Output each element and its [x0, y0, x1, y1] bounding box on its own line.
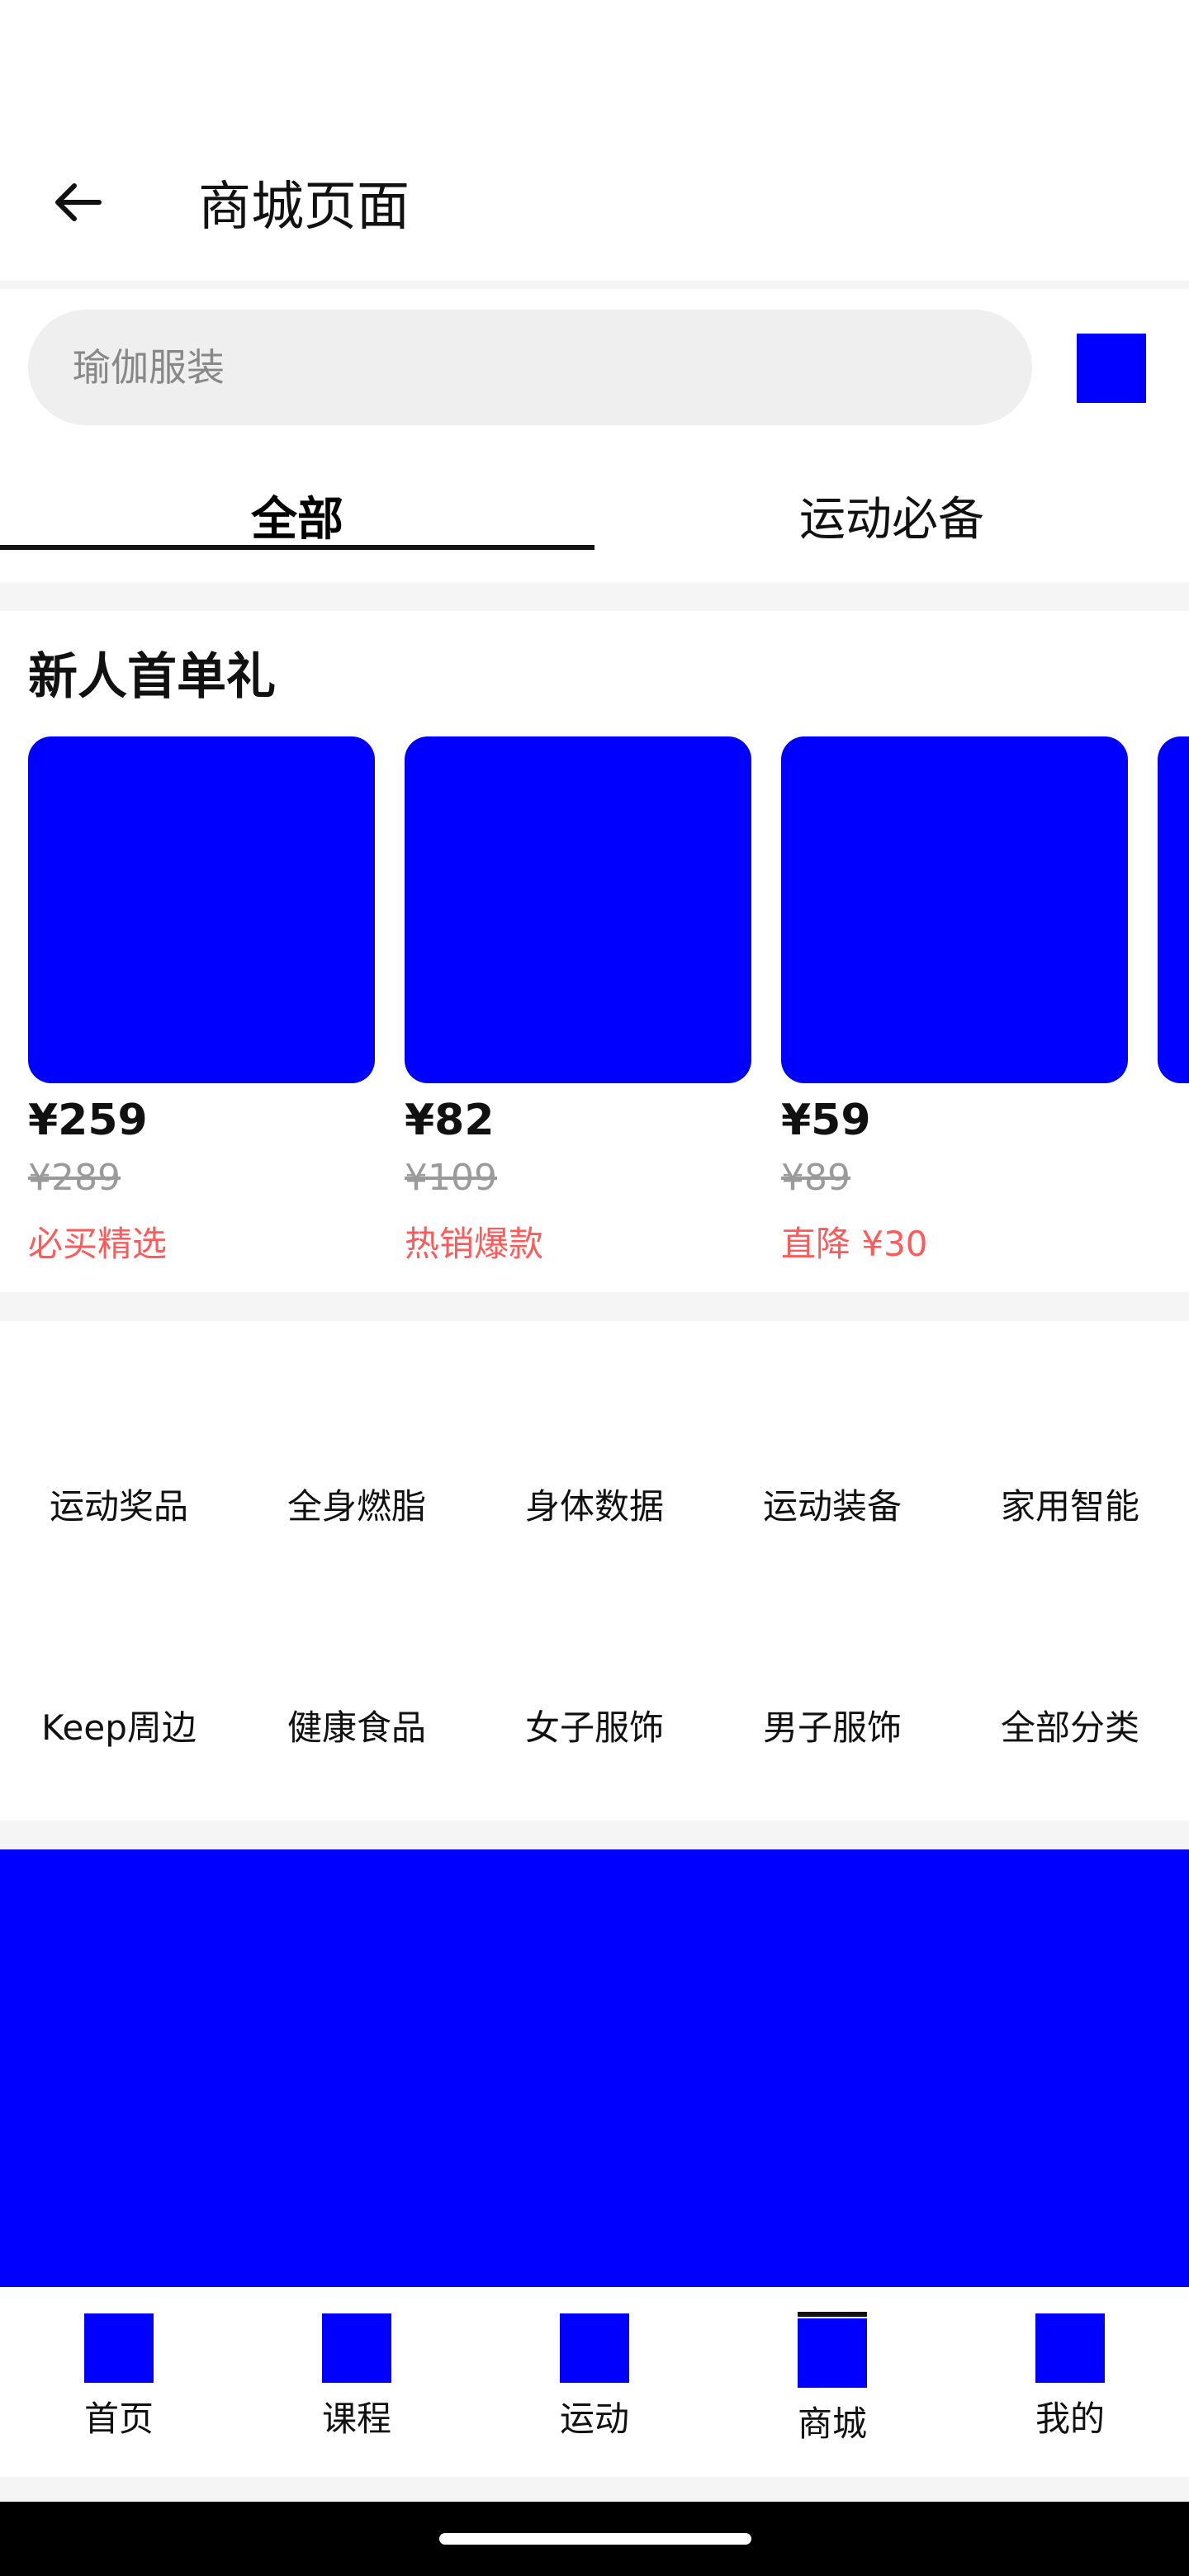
nav-label: 商城 [797, 2403, 867, 2444]
product-tag: 直降 ¥30 [781, 1224, 928, 1264]
tab-active-indicator [0, 545, 594, 550]
product-carousel[interactable]: ¥259 ¥289 必买精选 ¥82 ¥109 热销爆款 ¥59 ¥89 直降 … [0, 736, 1189, 1290]
search-placeholder: 瑜伽服装 [73, 345, 225, 390]
product-card[interactable]: ¥59 ¥89 直降 ¥30 [781, 736, 1128, 1281]
app-header [0, 157, 1189, 281]
profile-icon [1035, 2313, 1105, 2383]
product-image[interactable] [405, 736, 751, 1083]
product-card-partial[interactable] [1158, 736, 1189, 1281]
category-body-data[interactable]: 身体数据 [476, 1478, 713, 1536]
product-original-price: ¥289 [28, 1157, 121, 1199]
page-title: 商城页面 [198, 177, 410, 238]
product-tag: 热销爆款 [405, 1224, 544, 1264]
nav-active-indicator [798, 2312, 867, 2317]
nav-item-mall[interactable]: 商城 [713, 2287, 951, 2477]
tab-sports-essentials[interactable]: 运动必备 [594, 483, 1189, 557]
product-card[interactable]: ¥82 ¥109 热销爆款 [405, 736, 751, 1281]
category-keep-merch[interactable]: Keep周边 [0, 1699, 238, 1757]
nav-item-courses[interactable]: 课程 [238, 2287, 476, 2477]
arrow-left-icon [55, 183, 102, 221]
product-tag: 必买精选 [28, 1224, 168, 1264]
category-sports-gear[interactable]: 运动装备 [713, 1478, 951, 1536]
category-all[interactable]: 全部分类 [951, 1699, 1189, 1757]
product-card[interactable]: ¥259 ¥289 必买精选 [28, 736, 375, 1281]
courses-icon [322, 2313, 391, 2383]
section-title: 新人首单礼 [28, 648, 276, 706]
nav-label: 课程 [321, 2398, 391, 2439]
category-smart-home[interactable]: 家用智能 [951, 1478, 1189, 1536]
nav-label: 运动 [559, 2398, 629, 2439]
category-mens-apparel[interactable]: 男子服饰 [713, 1699, 951, 1757]
nav-label: 首页 [83, 2398, 154, 2439]
back-button[interactable] [36, 165, 119, 239]
nav-label: 我的 [1035, 2398, 1105, 2439]
product-image[interactable] [1158, 736, 1189, 1083]
mall-icon [798, 2318, 867, 2388]
category-sports-prizes[interactable]: 运动奖品 [0, 1478, 238, 1536]
category-womens-apparel[interactable]: 女子服饰 [476, 1699, 713, 1757]
sports-icon [560, 2313, 629, 2383]
product-price: ¥82 [405, 1096, 495, 1145]
product-price: ¥59 [781, 1096, 871, 1145]
status-bar [0, 0, 1189, 157]
product-original-price: ¥89 [781, 1157, 850, 1199]
nav-item-profile[interactable]: 我的 [951, 2287, 1189, 2477]
nav-item-home[interactable]: 首页 [0, 2287, 238, 2477]
promo-banner[interactable] [0, 1849, 1189, 2287]
home-icon [84, 2313, 154, 2383]
product-image[interactable] [28, 736, 375, 1083]
product-price: ¥259 [28, 1096, 148, 1145]
nav-item-sports[interactable]: 运动 [476, 2287, 713, 2477]
search-action-icon[interactable] [1077, 334, 1146, 403]
category-healthy-food[interactable]: 健康食品 [238, 1699, 476, 1757]
product-image[interactable] [781, 736, 1128, 1083]
category-fat-burning[interactable]: 全身燃脂 [238, 1478, 476, 1536]
gesture-handle[interactable] [439, 2533, 751, 2545]
product-original-price: ¥109 [405, 1157, 497, 1199]
